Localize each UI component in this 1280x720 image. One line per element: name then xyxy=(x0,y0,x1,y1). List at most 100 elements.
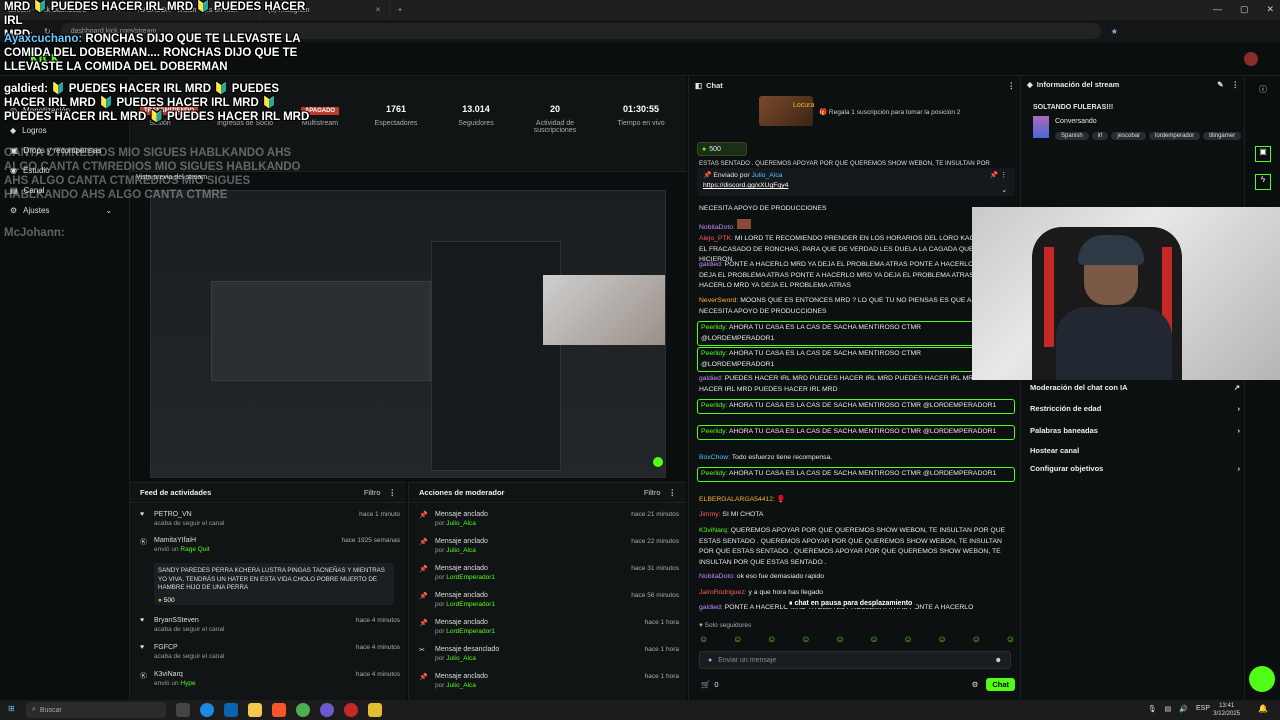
chat-input[interactable]: ● Enviar un mensaje ☻ xyxy=(699,651,1011,669)
mod-user[interactable]: Julio_Alca xyxy=(446,547,476,554)
bookmark-star-icon[interactable]: ★ xyxy=(1111,27,1118,36)
chevron-down-icon[interactable]: ⌄ xyxy=(1001,186,1007,194)
mod-user[interactable]: Julio_Alca xyxy=(446,520,476,527)
tag-chip[interactable]: irl xyxy=(1091,132,1109,140)
volume-icon[interactable]: 🔊 xyxy=(1179,705,1188,713)
menu-age-restriction[interactable]: Restricción de edad › xyxy=(1030,404,1240,413)
taskbar-clock[interactable]: 13:41 3/12/2025 xyxy=(1213,702,1240,718)
mod-user[interactable]: LordEmperador1 xyxy=(446,628,495,635)
network-icon[interactable]: ▤ xyxy=(1165,705,1172,713)
chat-user[interactable]: NobitaDoto: xyxy=(699,224,735,231)
emote-icon[interactable]: ☺ xyxy=(767,634,776,646)
pinned-by-user[interactable]: Julio_Alca xyxy=(752,172,783,179)
filter-button[interactable]: Filtro xyxy=(364,488,381,497)
chat-user[interactable]: galdied: xyxy=(699,604,723,611)
edit-icon[interactable]: ✎ xyxy=(1217,80,1223,89)
emote-icon[interactable]: ☺ xyxy=(869,634,878,646)
chat-user[interactable]: Peerlidy: xyxy=(701,470,727,477)
obs-icon[interactable] xyxy=(320,703,334,717)
app-icon[interactable] xyxy=(344,703,358,717)
chrome-icon[interactable] xyxy=(296,703,310,717)
mod-user[interactable]: Julio_Alca xyxy=(446,655,476,662)
mod-user[interactable]: Julio_Alca xyxy=(446,682,476,689)
emote-icon[interactable]: ☺ xyxy=(699,634,708,646)
gift-promo[interactable]: 🎁 Regala 1 suscripción para tomar la pos… xyxy=(819,108,960,116)
activity-feed-header: Feed de actividades Filtro ⋮ xyxy=(130,483,406,503)
more-icon[interactable]: ⋮ xyxy=(389,488,397,497)
app-icon[interactable] xyxy=(368,703,382,717)
outlook-icon[interactable] xyxy=(224,703,238,717)
info-circle-icon[interactable]: ⓘ xyxy=(1259,84,1267,95)
close-icon[interactable]: ✕ xyxy=(375,6,381,14)
mic-icon[interactable]: 🎙 xyxy=(1148,705,1157,713)
new-tab-button[interactable]: + xyxy=(390,0,410,20)
tool-icon[interactable]: ▣ xyxy=(1255,146,1271,162)
pinned-link[interactable]: https://discord.gg/xXUgFqy4 xyxy=(703,182,1009,189)
brave-icon[interactable] xyxy=(272,703,286,717)
chat-user[interactable]: BoxChow: xyxy=(699,454,730,461)
tag-chip[interactable]: jescobar xyxy=(1111,132,1147,140)
user-avatar[interactable] xyxy=(1244,52,1258,66)
file-explorer-icon[interactable] xyxy=(248,703,262,717)
edge-icon[interactable] xyxy=(200,703,214,717)
by-prefix: por xyxy=(435,547,445,554)
minimize-icon[interactable]: — xyxy=(1213,4,1222,15)
mod-user[interactable]: LordEmperador1 xyxy=(446,601,495,608)
chat-user[interactable]: Peerlidy: xyxy=(701,402,727,409)
stream-preview[interactable] xyxy=(150,190,666,478)
tag-chip[interactable]: Spanish xyxy=(1055,132,1089,140)
emote-icon[interactable]: ☺ xyxy=(835,634,844,646)
more-icon[interactable]: ⋮ xyxy=(669,488,677,497)
chat-user[interactable]: Peerlidy: xyxy=(701,350,727,357)
pin-options-icon[interactable]: 📌 ⋮ xyxy=(990,171,1007,179)
emote-icon[interactable]: ☺ xyxy=(938,634,947,646)
bolt-icon[interactable]: ϟ xyxy=(1255,174,1271,190)
chat-title: Chat xyxy=(706,80,723,90)
chat-user[interactable]: NobitaDoto: xyxy=(699,573,735,580)
mod-user[interactable]: LordEmperador1 xyxy=(446,574,495,581)
pin-icon: 📌 xyxy=(419,566,428,573)
menu-configure-goals[interactable]: Configurar objetivos › xyxy=(1030,464,1240,473)
stream-category[interactable]: Conversando xyxy=(1055,118,1097,125)
chat-user[interactable]: NeverSword: xyxy=(699,297,738,304)
more-icon[interactable]: ⋮ xyxy=(1008,81,1016,90)
chat-user[interactable]: Jimmy: xyxy=(699,511,721,518)
notification-icon[interactable]: 🔔 xyxy=(1258,704,1268,713)
chat-user[interactable]: Alejo_PTK: xyxy=(699,235,733,242)
emote-icon[interactable]: ☺ xyxy=(801,634,810,646)
chat-send-button[interactable]: Chat xyxy=(986,677,1015,691)
kicks-pill[interactable]: ● 500 xyxy=(697,142,747,156)
filter-button[interactable]: Filtro xyxy=(644,488,661,497)
close-window-icon[interactable]: ✕ xyxy=(1266,4,1274,15)
chat-user[interactable]: Peerlidy: xyxy=(701,324,727,331)
menu-ai-moderation[interactable]: Moderación del chat con IA ↗ xyxy=(1030,383,1240,392)
emote-icon[interactable]: ☺ xyxy=(972,634,981,646)
support-chat-button[interactable] xyxy=(1249,666,1275,692)
taskbar-search[interactable]: ⌕ Buscar xyxy=(26,702,166,718)
tag-chip[interactable]: lordemperador xyxy=(1149,132,1201,140)
emoji-picker-icon[interactable]: ☻ xyxy=(995,657,1002,664)
chat-text: MOONS QUE ES ENTONCES MRD ? LO QUE TU NO… xyxy=(699,297,991,315)
emote-icon[interactable]: ☺ xyxy=(1006,634,1015,646)
cart-icon[interactable]: 🛒 xyxy=(701,680,710,689)
gift-leader-name[interactable]: Locura xyxy=(793,102,814,109)
more-icon[interactable]: ⋮ xyxy=(1232,80,1240,89)
menu-banned-words[interactable]: Palabras baneadas › xyxy=(1030,426,1240,435)
chat-user[interactable]: galdied: xyxy=(699,375,723,382)
windows-start-icon[interactable]: ⊞ xyxy=(8,704,15,713)
maximize-icon[interactable]: ▢ xyxy=(1240,4,1249,15)
chat-user[interactable]: K3viNarq: xyxy=(699,527,729,534)
task-view-icon[interactable] xyxy=(176,703,190,717)
menu-host-channel[interactable]: Hostear canal xyxy=(1030,446,1240,455)
chat-user[interactable]: JairoRodriguez: xyxy=(699,589,747,596)
webcam-overlay xyxy=(972,207,1280,380)
chat-user[interactable]: Peerlidy: xyxy=(701,428,727,435)
emote-icon[interactable]: ☺ xyxy=(903,634,912,646)
chat-user[interactable]: galdied: xyxy=(699,261,723,268)
keyboard-lang[interactable]: ESP xyxy=(1196,705,1210,713)
emote-icon[interactable]: ☺ xyxy=(733,634,742,646)
gear-icon[interactable]: ⚙ xyxy=(972,680,979,689)
tag-chip[interactable]: tilingamer xyxy=(1203,132,1242,140)
chat-paused-banner[interactable]: ⏸ chat en pausa para desplazamiento xyxy=(785,600,917,608)
chat-user[interactable]: ELBERGALARGA54412: xyxy=(699,496,775,503)
